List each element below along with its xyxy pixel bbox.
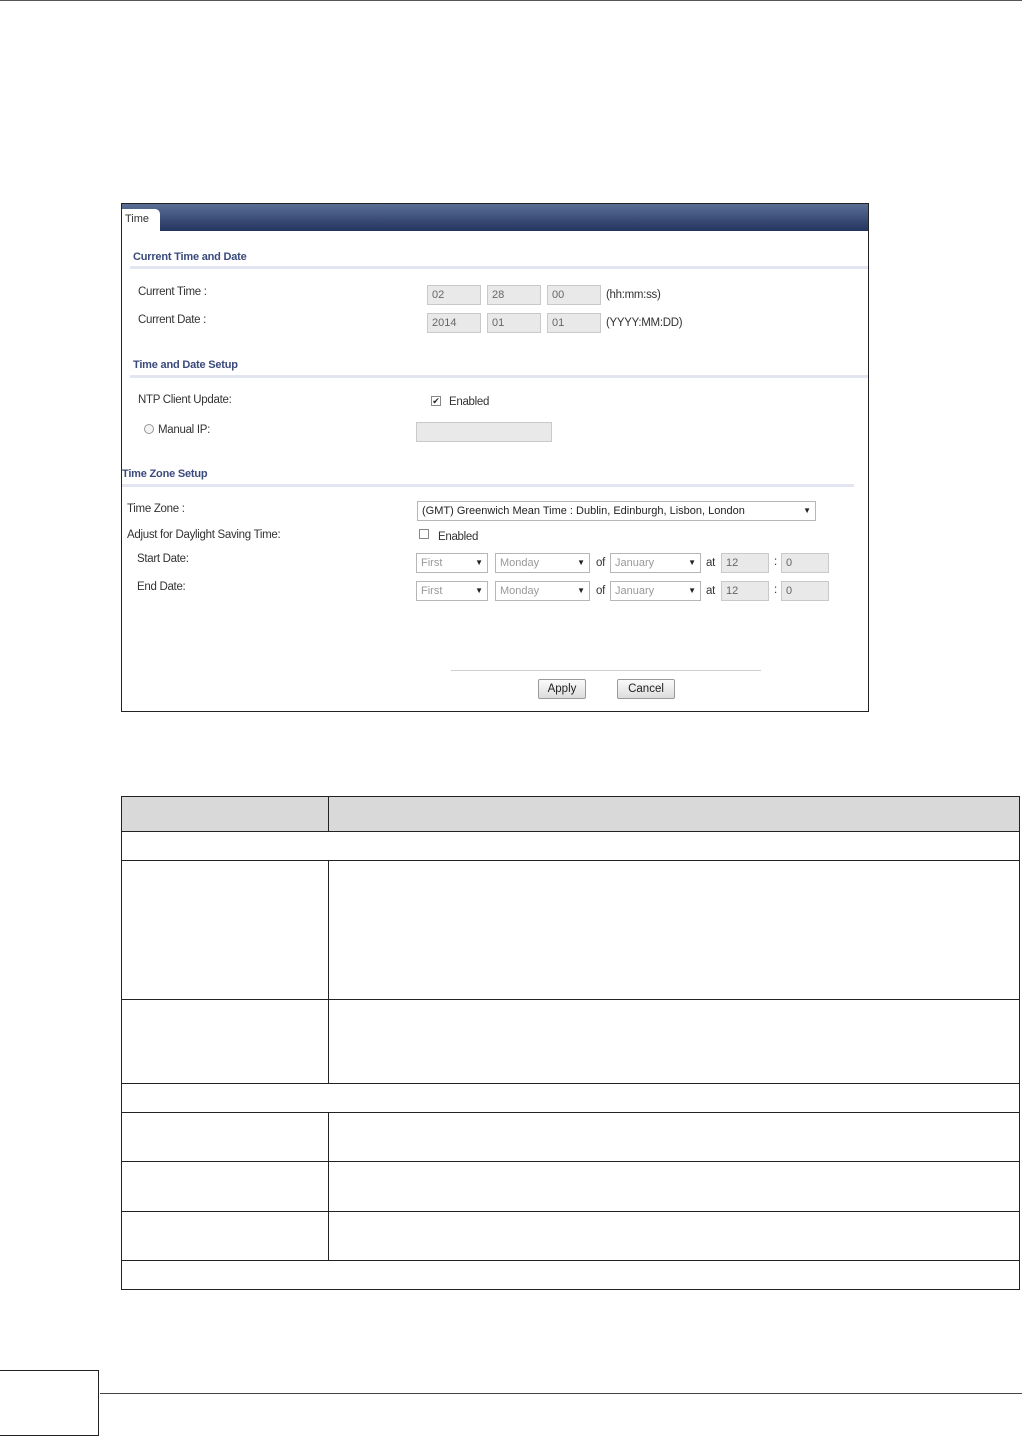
end-week-select[interactable]: First ▼	[416, 581, 488, 601]
start-week-select[interactable]: First ▼	[416, 553, 488, 573]
start-of-label: of	[596, 557, 605, 569]
section-current-time-and-date: Current Time and Date	[133, 251, 247, 263]
end-day-value: Monday	[500, 585, 540, 597]
section-divider	[130, 375, 868, 378]
current-time-second-field: 00	[547, 285, 601, 305]
table-row	[121, 1083, 1020, 1113]
field-description-table	[121, 796, 1020, 1290]
current-date-month-field: 01	[487, 313, 541, 333]
table-row	[121, 999, 1020, 1084]
table-cell	[121, 1260, 1020, 1290]
cancel-button[interactable]: Cancel	[617, 679, 675, 699]
table-header-cell	[328, 796, 1020, 832]
end-month-select[interactable]: January ▼	[610, 581, 701, 601]
manual-ip-radio[interactable]	[144, 424, 154, 434]
end-month-value: January	[615, 585, 655, 597]
footer-rule	[100, 1393, 1022, 1394]
start-month-select[interactable]: January ▼	[610, 553, 701, 573]
button-divider	[451, 670, 761, 671]
table-cell	[121, 1112, 329, 1162]
table-row	[121, 860, 1020, 1000]
table-cell	[328, 1112, 1020, 1162]
dst-enabled-label: Enabled	[438, 531, 479, 543]
ntp-client-update-label: NTP Client Update:	[138, 394, 232, 406]
chevron-down-icon: ▼	[577, 558, 585, 567]
end-day-select[interactable]: Monday ▼	[495, 581, 590, 601]
dst-enabled-checkbox[interactable]	[419, 529, 429, 539]
current-date-label: Current Date :	[138, 314, 207, 326]
table-cell	[328, 1161, 1020, 1212]
end-colon: :	[774, 584, 777, 596]
manual-ip-field[interactable]	[416, 422, 552, 442]
table-row	[121, 1260, 1020, 1290]
table-cell	[328, 999, 1020, 1084]
table-cell	[121, 999, 329, 1084]
chevron-down-icon: ▼	[475, 586, 483, 595]
end-at-label: at	[706, 585, 715, 597]
current-time-label: Current Time :	[138, 286, 207, 298]
ntp-enabled-label: Enabled	[449, 396, 490, 408]
table-header-row	[121, 796, 1020, 832]
time-settings-screenshot: Time Current Time and Date Current Time …	[121, 203, 869, 712]
ntp-enabled-checkbox[interactable]: ✔	[431, 396, 441, 406]
current-time-hour-field: 02	[427, 285, 481, 305]
time-zone-select[interactable]: (GMT) Greenwich Mean Time : Dublin, Edin…	[417, 501, 816, 521]
top-rule	[0, 0, 1022, 1]
table-cell	[121, 831, 1020, 861]
table-row	[121, 831, 1020, 861]
table-cell	[121, 1211, 329, 1261]
start-week-value: First	[421, 557, 443, 569]
end-of-label: of	[596, 585, 605, 597]
table-cell	[328, 1211, 1020, 1261]
date-format-hint: (YYYY:MM:DD)	[606, 317, 683, 329]
section-time-and-date-setup: Time and Date Setup	[133, 359, 238, 371]
start-at-label: at	[706, 557, 715, 569]
chevron-down-icon: ▼	[577, 586, 585, 595]
start-colon: :	[774, 556, 777, 568]
end-minute-field[interactable]: 0	[781, 581, 829, 601]
start-minute-field[interactable]: 0	[781, 553, 829, 573]
page-number-box	[0, 1370, 99, 1436]
table-row	[121, 1211, 1020, 1261]
start-month-value: January	[615, 557, 655, 569]
dst-label: Adjust for Daylight Saving Time:	[127, 529, 281, 541]
table-cell	[121, 1161, 329, 1212]
current-time-minute-field: 28	[487, 285, 541, 305]
tab-bar: Time	[122, 204, 868, 231]
table-cell	[121, 860, 329, 1000]
start-day-select[interactable]: Monday ▼	[495, 553, 590, 573]
time-format-hint: (hh:mm:ss)	[606, 289, 661, 301]
chevron-down-icon: ▼	[803, 506, 811, 515]
table-cell	[328, 860, 1020, 1000]
chevron-down-icon: ▼	[475, 558, 483, 567]
current-date-year-field: 2014	[427, 313, 481, 333]
chevron-down-icon: ▼	[688, 586, 696, 595]
manual-ip-label: Manual IP:	[158, 424, 210, 436]
chevron-down-icon: ▼	[688, 558, 696, 567]
start-day-value: Monday	[500, 557, 540, 569]
table-row	[121, 1161, 1020, 1212]
apply-button[interactable]: Apply	[538, 679, 586, 699]
table-row	[121, 1112, 1020, 1162]
end-date-label: End Date:	[137, 581, 186, 593]
tab-time[interactable]: Time	[122, 209, 160, 231]
start-hour-field[interactable]: 12	[721, 553, 769, 573]
section-divider	[122, 484, 854, 487]
time-zone-label: Time Zone :	[127, 503, 185, 515]
start-date-label: Start Date:	[137, 553, 189, 565]
section-time-zone-setup: Time Zone Setup	[122, 468, 208, 480]
current-date-day-field: 01	[547, 313, 601, 333]
time-zone-select-value: (GMT) Greenwich Mean Time : Dublin, Edin…	[422, 505, 745, 517]
end-hour-field[interactable]: 12	[721, 581, 769, 601]
section-divider	[130, 266, 868, 269]
table-cell	[121, 1083, 1020, 1113]
end-week-value: First	[421, 585, 443, 597]
table-header-cell	[121, 796, 329, 832]
